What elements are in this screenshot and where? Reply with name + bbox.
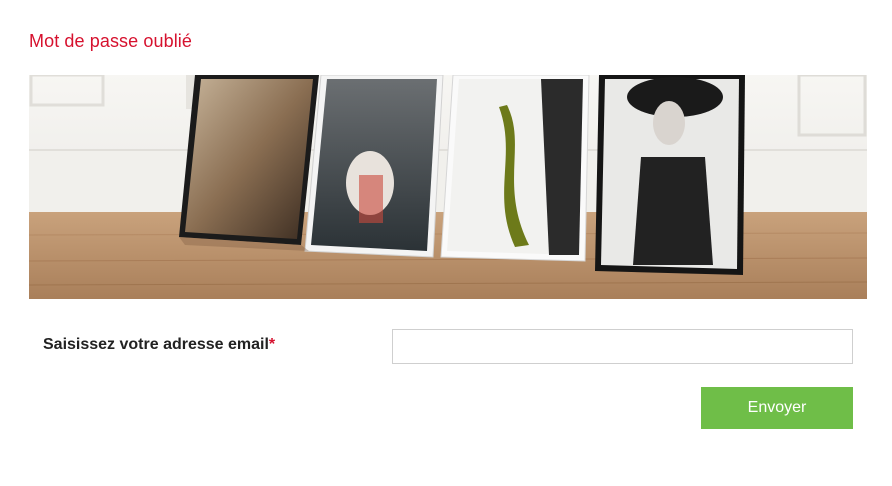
page-title: Mot de passe oublié	[29, 31, 193, 51]
email-label: Saisissez votre adresse email*	[43, 336, 275, 354]
email-field[interactable]	[392, 329, 853, 364]
banner-illustration	[29, 75, 867, 299]
email-label-text: Saisissez votre adresse email	[43, 336, 269, 353]
required-marker: *	[268, 336, 276, 353]
submit-button[interactable]: Envoyer	[701, 387, 853, 429]
banner-image	[29, 75, 867, 299]
